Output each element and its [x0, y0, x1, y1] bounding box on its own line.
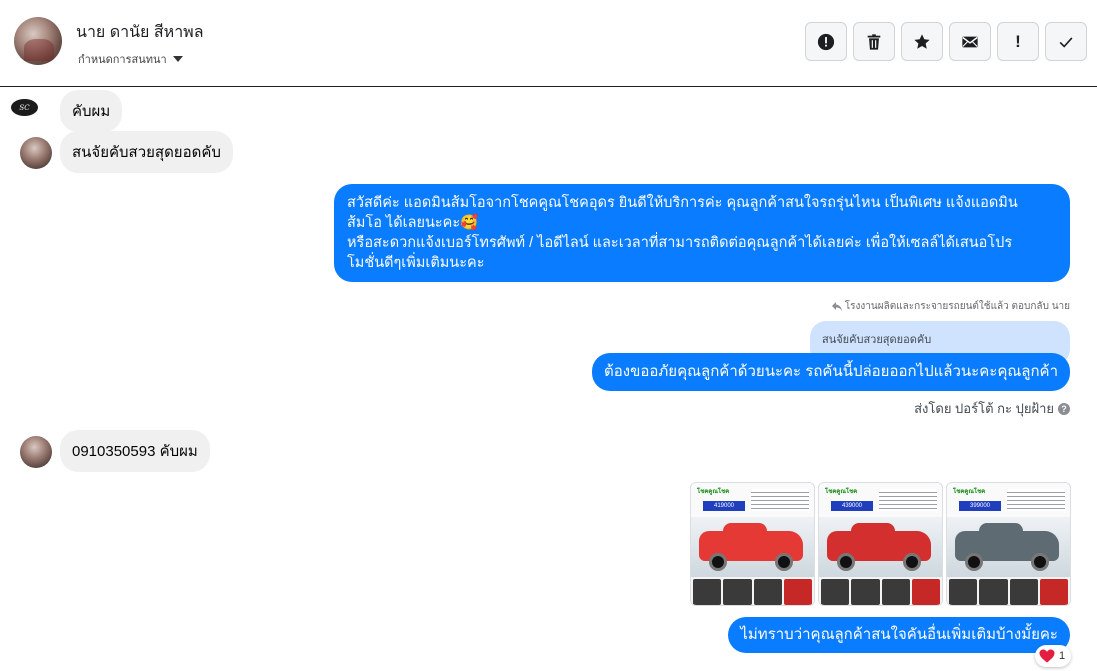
message-incoming[interactable]: สนจัยคับสวยสุดยอดคับ	[60, 131, 233, 173]
caret-down-icon	[172, 56, 183, 62]
reaction-count: 1	[1059, 650, 1066, 662]
detail-thumbnails	[691, 577, 814, 605]
reply-indicator: โรงงานผลิตและกระจายรถยนต์ใช้แล้ว ตอบกลับ…	[831, 299, 1070, 314]
trash-icon	[867, 33, 881, 50]
car-photo[interactable]: โชคคูณโชค 419000	[690, 482, 815, 606]
ad-text-lines	[1007, 489, 1065, 511]
contact-avatar[interactable]	[14, 17, 62, 65]
message-bubble: 0910350593 คับผม	[60, 430, 210, 472]
sender-avatar[interactable]	[20, 436, 52, 468]
sent-by-text: ส่งโดย ปอร์โต้ กะ ปุยฝ้าย	[914, 401, 1054, 416]
message-bubble: ต้องขออภัยคุณลูกค้าด้วยนะคะ รถคันนี้ปล่อ…	[592, 353, 1070, 391]
ad-text-lines	[751, 489, 809, 511]
message-outgoing[interactable]: ไม่ทราบว่าคุณลูกค้าสนใจคันอื่นเพิ่มเติมบ…	[728, 617, 1070, 653]
delete-button[interactable]	[853, 22, 895, 61]
page-logo: SC	[19, 103, 30, 112]
mark-important-button[interactable]: !	[997, 22, 1039, 61]
message-incoming[interactable]: 0910350593 คับผม	[60, 430, 210, 472]
message-line: โมชั่นดีๆเพิ่มเติมนะคะ	[347, 255, 485, 271]
conversation-header: นาย ดานัย สีหาพล กำหนดการสนทนา !	[0, 0, 1097, 87]
price-tag: 419000	[703, 501, 745, 511]
message-bubble: สนจัยคับสวยสุดยอดคับ	[60, 131, 233, 173]
message-line: สวัสดีค่ะ แอดมินส้มโอจากโชคคูณโชคอุดร ยิ…	[347, 195, 1018, 211]
help-icon[interactable]: ?	[1058, 402, 1070, 415]
conversation-settings-dropdown[interactable]: กำหนดการสนทนา	[78, 50, 183, 68]
brand-logo: โชคคูณโชค	[697, 489, 730, 495]
car-photo[interactable]: โชคคูณโชค 399000	[946, 482, 1071, 606]
wheel-icon	[837, 553, 855, 571]
message-line: ส้มโอ ได้เลยนะคะ🥰	[347, 215, 479, 231]
reply-meta-text: โรงงานผลิตและกระจายรถยนต์ใช้แล้ว ตอบกลับ…	[844, 301, 1070, 312]
wheel-icon	[903, 553, 921, 571]
quoted-text: สนจัยคับสวยสุดยอดคับ	[822, 334, 932, 346]
price-tag: 399000	[959, 501, 1001, 511]
alert-circle-icon	[817, 33, 835, 50]
wheel-icon	[1031, 553, 1049, 571]
message-outgoing[interactable]: สวัสดีค่ะ แอดมินส้มโอจากโชคคูณโชคอุดร ยิ…	[334, 184, 1070, 282]
sent-by-label: ส่งโดย ปอร์โต้ กะ ปุยฝ้าย ?	[914, 398, 1070, 419]
message-bubble: คับผม	[60, 90, 123, 132]
contact-name[interactable]: นาย ดานัย สีหาพล	[76, 20, 204, 45]
reply-arrow-icon	[831, 302, 842, 311]
car-photo[interactable]: โชคคูณโชค 439000	[818, 482, 943, 606]
exclamation-icon: !	[1015, 31, 1021, 51]
mark-unread-button[interactable]	[949, 22, 991, 61]
message-bubble: สวัสดีค่ะ แอดมินส้มโอจากโชคคูณโชคอุดร ยิ…	[334, 184, 1070, 282]
sender-avatar[interactable]	[20, 137, 52, 169]
detail-thumbnails	[947, 577, 1070, 605]
conversation-toolbar: !	[805, 22, 1087, 61]
message-incoming[interactable]: คับผม	[60, 90, 123, 132]
detail-thumbnails	[819, 577, 942, 605]
wheel-icon	[709, 553, 727, 571]
heart-icon	[1039, 649, 1055, 663]
price-tag: 439000	[831, 501, 873, 511]
wheel-icon	[965, 553, 983, 571]
reaction-badge[interactable]: 1	[1035, 645, 1072, 667]
envelope-icon	[962, 36, 978, 47]
page-avatar[interactable]: SC	[11, 99, 38, 116]
star-icon	[914, 33, 930, 49]
ad-text-lines	[879, 489, 937, 511]
mark-done-button[interactable]	[1045, 22, 1087, 61]
message-outgoing[interactable]: ต้องขออภัยคุณลูกค้าด้วยนะคะ รถคันนี้ปล่อ…	[592, 353, 1070, 391]
brand-logo: โชคคูณโชค	[953, 489, 986, 495]
brand-logo: โชคคูณโชค	[825, 489, 858, 495]
message-line: หรือสะดวกแจ้งเบอร์โทรศัพท์ / ไอดีไลน์ แล…	[347, 235, 1013, 251]
check-icon	[1059, 36, 1073, 48]
image-gallery: โชคคูณโชค 419000 โชคคูณโชค 439000 โชคคูณ…	[690, 482, 1071, 606]
conversation-settings-label: กำหนดการสนทนา	[78, 54, 167, 66]
report-spam-button[interactable]	[805, 22, 847, 61]
message-bubble: ไม่ทราบว่าคุณลูกค้าสนใจคันอื่นเพิ่มเติมบ…	[728, 617, 1070, 653]
wheel-icon	[775, 553, 793, 571]
star-button[interactable]	[901, 22, 943, 61]
